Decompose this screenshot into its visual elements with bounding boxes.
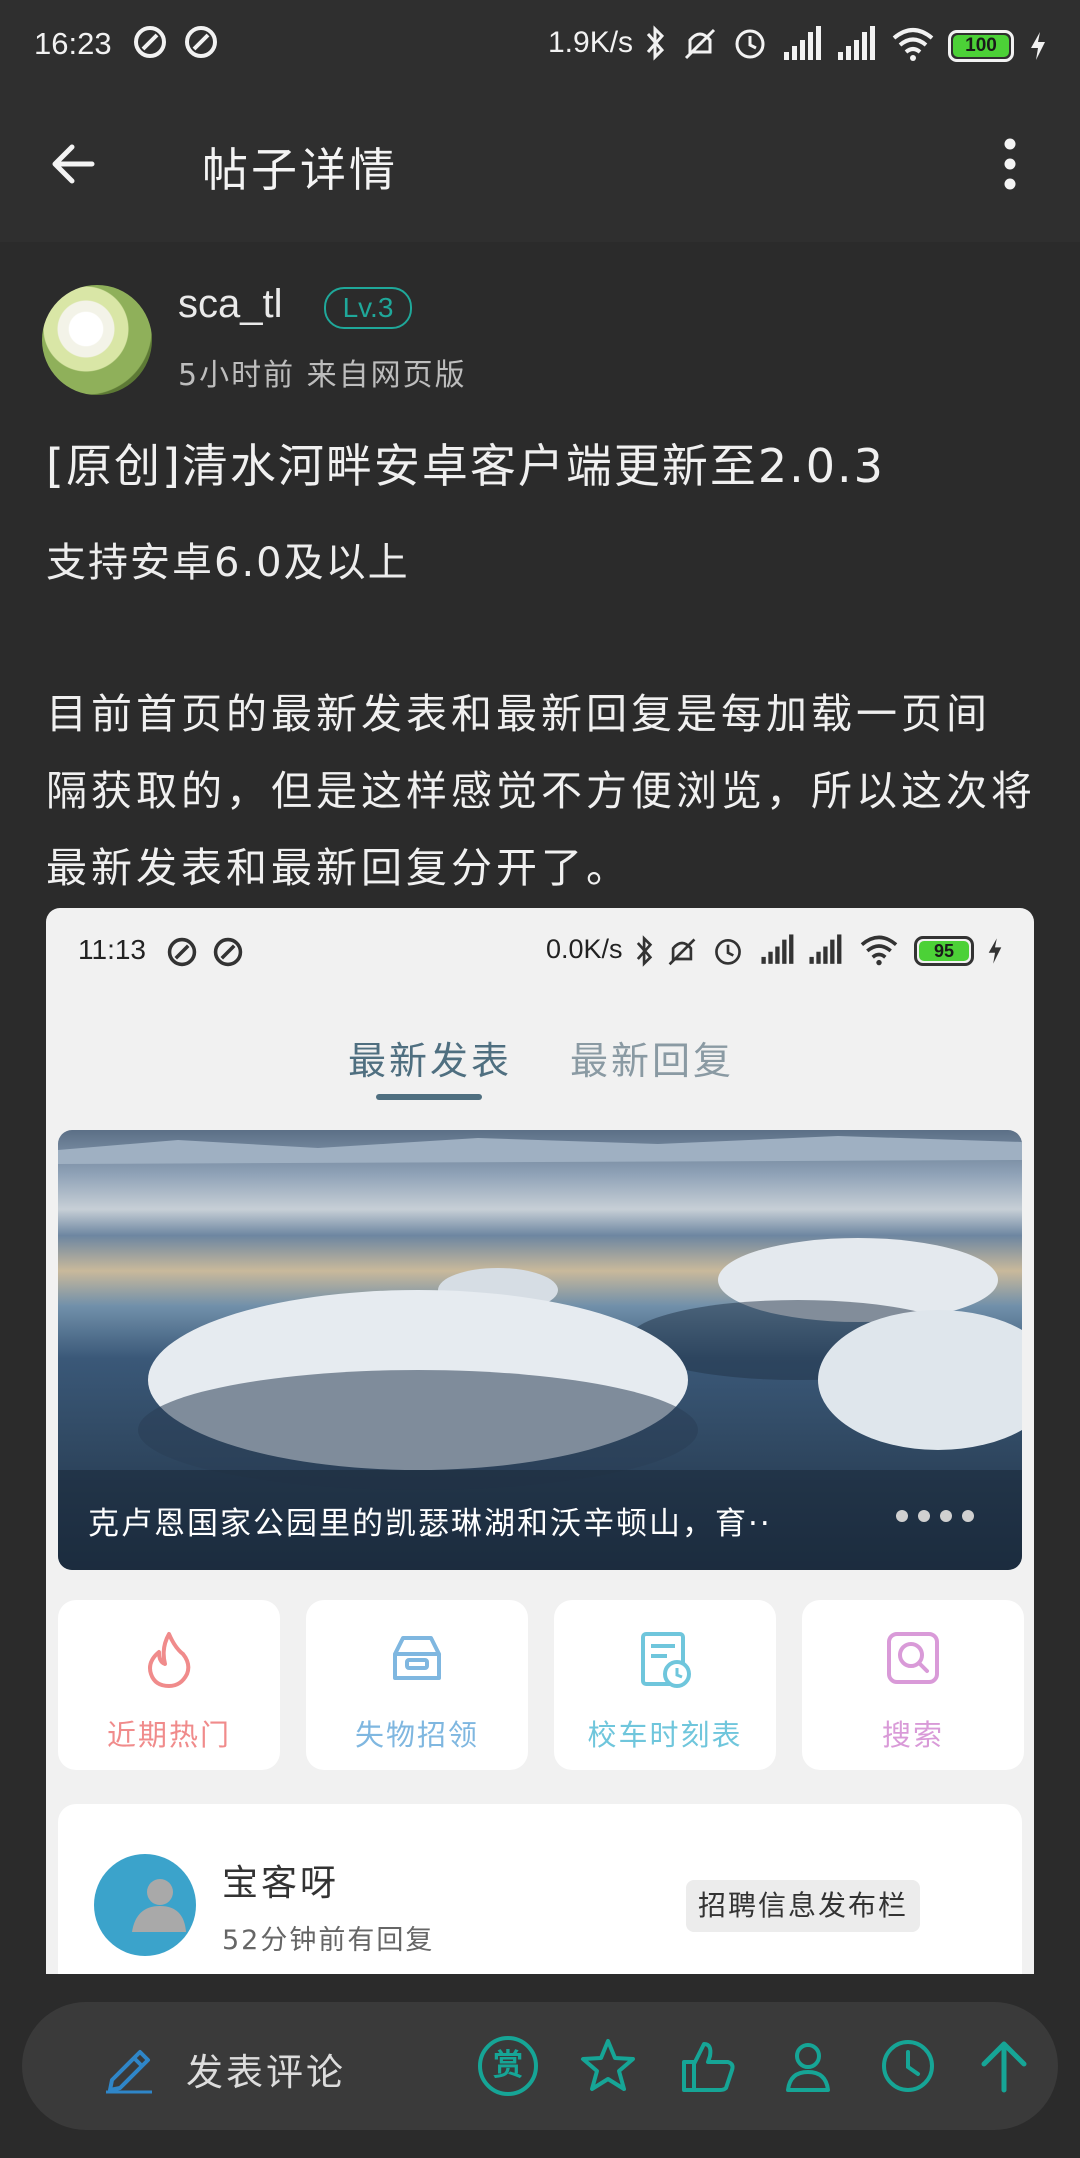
shortcut-search[interactable]: 搜索 — [802, 1600, 1024, 1770]
user-avatar[interactable] — [94, 1854, 196, 1956]
notification-icon — [167, 937, 197, 967]
arrow-up-icon[interactable] — [976, 2036, 1032, 2096]
battery-indicator: 100 — [948, 30, 1014, 62]
alarm-icon — [735, 29, 765, 59]
notification-icon — [185, 26, 217, 58]
carousel-dot — [896, 1510, 908, 1522]
box-icon — [393, 1636, 441, 1680]
shortcut-bus-schedule[interactable]: 校车时刻表 — [554, 1600, 776, 1770]
star-icon[interactable] — [578, 2036, 638, 2096]
reward-button[interactable]: 赏 — [478, 2036, 538, 2096]
reply-time: 52分钟前有回复 — [222, 1925, 435, 1956]
bluetooth-icon — [646, 25, 665, 61]
bluetooth-icon — [636, 935, 653, 967]
post-body: 目前首页的最新发表和最新回复是每加载一页间 隔获取的，但是这样感觉不方便浏览，所… — [46, 676, 1036, 907]
shortcut-label: 校车时刻表 — [587, 1718, 743, 1752]
shortcut-lost-found[interactable]: 失物招领 — [306, 1600, 528, 1770]
battery-level: 100 — [953, 35, 1009, 57]
level-badge: Lv.3 — [324, 287, 412, 329]
post-body-line: 隔获取的，但是这样感觉不方便浏览，所以这次将 — [46, 767, 1036, 815]
carousel-dot — [918, 1510, 930, 1522]
tab-latest-posts[interactable]: 最新发表 — [348, 1030, 512, 1085]
banner-caption: 克卢恩国家公园里的凯瑟琳湖和沃辛顿山，育·· — [88, 1506, 772, 1542]
embedded-net-speed: 0.0K/s — [546, 934, 623, 964]
signal-icon — [784, 26, 821, 60]
banner-image[interactable]: 克卢恩国家公园里的凯瑟琳湖和沃辛顿山，育·· — [58, 1130, 1022, 1570]
notification-icon — [134, 26, 166, 58]
wifi-icon — [860, 935, 898, 966]
charging-icon — [1031, 32, 1045, 60]
notification-icon — [213, 937, 243, 967]
default-avatar-icon — [132, 1879, 186, 1932]
comment-input-label[interactable]: 发表评论 — [186, 2042, 346, 2096]
wifi-icon — [892, 28, 934, 61]
net-speed: 1.9K/s — [548, 26, 634, 59]
back-arrow-icon[interactable] — [48, 138, 100, 190]
carousel-dot — [940, 1510, 952, 1522]
signal-icon — [809, 934, 842, 964]
bottom-action-bar: 发表评论 赏 — [22, 2002, 1058, 2130]
embedded-status-time: 11:13 — [78, 934, 146, 965]
schedule-icon — [641, 1632, 691, 1688]
charging-icon — [988, 938, 1002, 964]
status-time: 16:23 — [34, 26, 112, 61]
reply-user-name: 宝客呀 — [222, 1863, 340, 1904]
carousel-dot — [962, 1510, 974, 1522]
clock-icon[interactable] — [878, 2036, 938, 2096]
tab-latest-replies[interactable]: 最新回复 — [570, 1030, 734, 1085]
post-title: [原创]清水河畔安卓客户端更新至2.0.3 — [46, 439, 885, 493]
page-title: 帖子详情 — [202, 143, 398, 197]
post-image[interactable]: 11:13 0.0K/s 95 最新发表 最新回复 克卢恩国家公园里的凯瑟琳湖和… — [46, 908, 1034, 1974]
tab-indicator — [376, 1094, 482, 1100]
mute-icon — [684, 28, 716, 60]
like-icon[interactable] — [678, 2036, 738, 2096]
mute-icon — [668, 938, 696, 966]
forum-tag[interactable]: 招聘信息发布栏 — [686, 1880, 921, 1932]
shortcut-label: 搜索 — [881, 1718, 944, 1752]
author-avatar[interactable] — [42, 285, 152, 395]
flame-icon — [148, 1632, 191, 1688]
post-meta: 5小时前 来自网页版 — [178, 358, 467, 393]
embedded-battery-level: 95 — [919, 941, 969, 961]
reply-card[interactable]: 宝客呀 52分钟前有回复 招聘信息发布栏 — [58, 1804, 1022, 1974]
shortcut-label: 失物招领 — [354, 1718, 479, 1752]
shortcut-label: 近期热门 — [106, 1718, 231, 1752]
pencil-icon[interactable] — [102, 2040, 156, 2094]
app-bar: 帖子详情 — [0, 92, 1080, 242]
person-icon[interactable] — [778, 2036, 838, 2096]
author-name[interactable]: sca_tl — [178, 282, 283, 327]
signal-icon — [761, 934, 794, 964]
alarm-icon — [715, 939, 741, 965]
post-body-line: 目前首页的最新发表和最新回复是每加载一页间 — [46, 690, 991, 738]
more-options-icon[interactable] — [1000, 136, 1020, 192]
post-subtitle: 支持安卓6.0及以上 — [46, 540, 410, 586]
reward-icon: 赏 — [493, 2048, 523, 2083]
embedded-battery-indicator: 95 — [914, 936, 974, 966]
search-icon — [887, 1632, 939, 1684]
post-body-line: 最新发表和最新回复分开了。 — [46, 844, 631, 892]
signal-icon — [838, 26, 875, 60]
shortcut-hot[interactable]: 近期热门 — [58, 1600, 280, 1770]
status-bar: 16:23 1.9K/s 100 — [0, 0, 1080, 92]
